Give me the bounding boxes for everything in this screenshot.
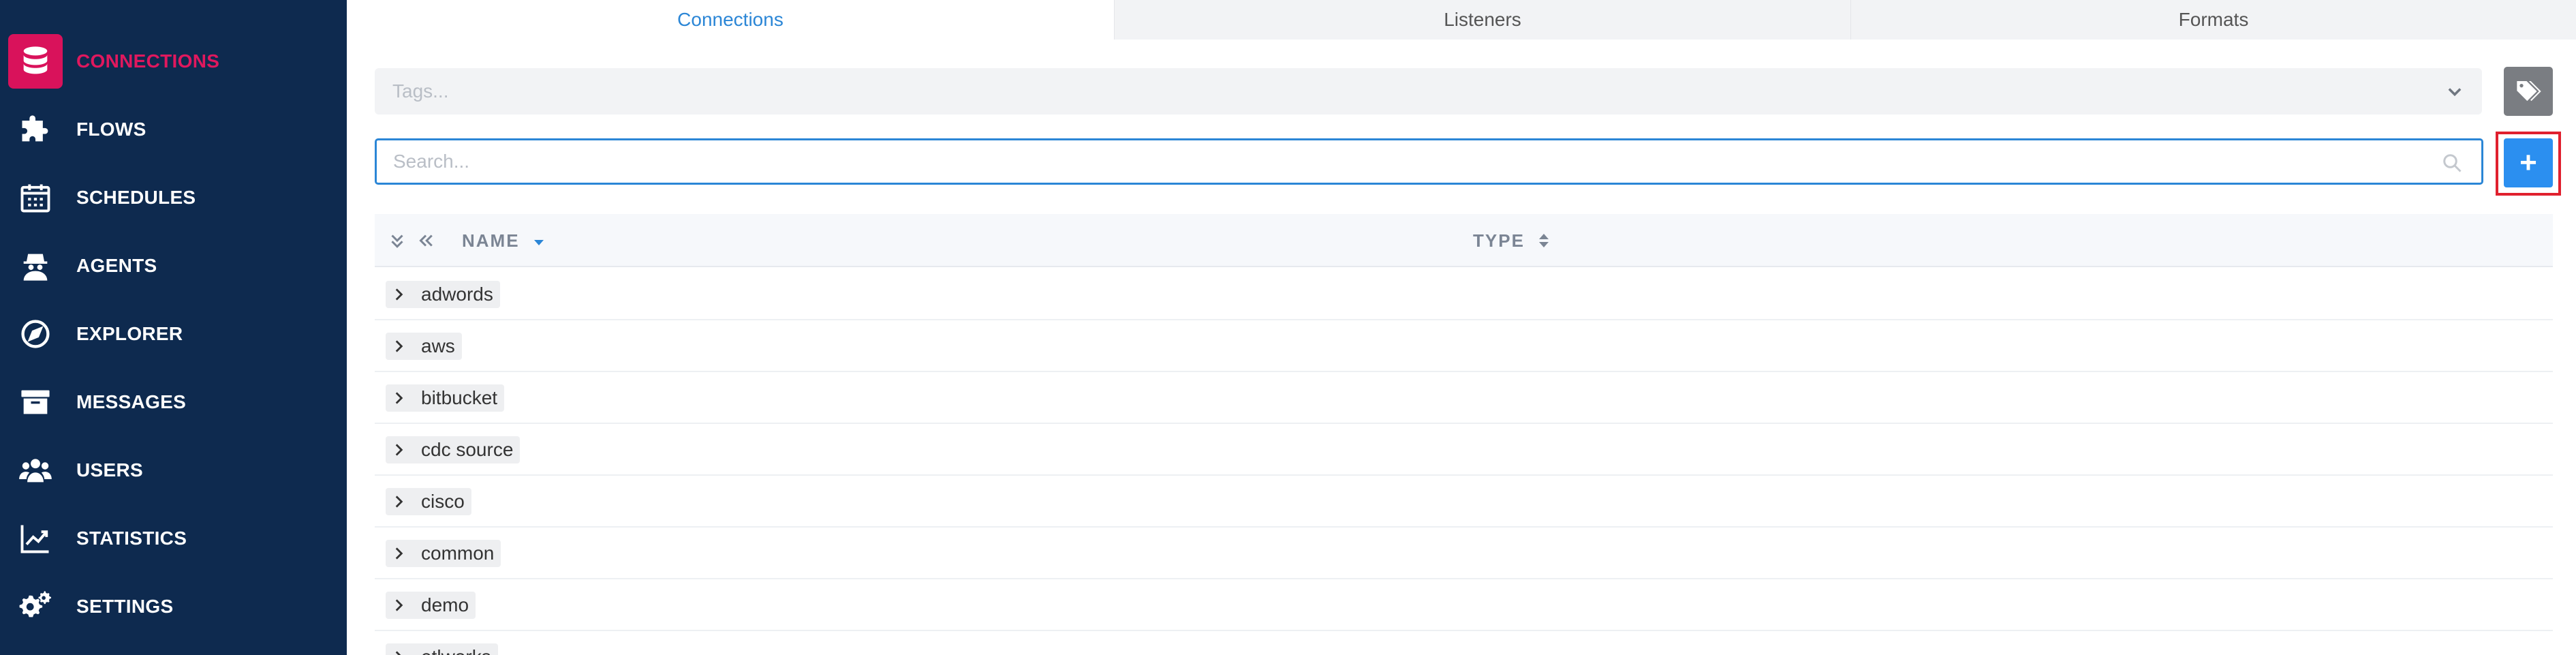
sidebar-item-schedules[interactable]: SCHEDULES [0, 164, 347, 232]
agent-icon [15, 245, 56, 286]
sidebar-item-messages[interactable]: MESSAGES [0, 368, 347, 436]
sidebar-item-label: STATISTICS [76, 528, 187, 549]
column-header-name[interactable]: NAME [462, 214, 546, 267]
collapse-all-icon[interactable] [416, 230, 436, 251]
chevron-down-icon [2448, 88, 2462, 97]
sort-desc-icon [533, 240, 544, 245]
tags-placeholder: Tags... [392, 80, 449, 102]
sidebar-item-label: USERS [76, 459, 143, 481]
puzzle-icon [15, 109, 56, 150]
chevron-right-icon [395, 599, 403, 611]
tab-formats[interactable]: Formats [1850, 0, 2576, 40]
tab-connections[interactable]: Connections [347, 0, 1114, 40]
chevron-right-icon [395, 288, 403, 301]
tag-icon [2517, 81, 2541, 102]
tree-node-label: etlworks [421, 646, 491, 655]
archive-icon [15, 382, 56, 423]
tree-node-label: common [421, 543, 495, 564]
chevron-right-icon [395, 340, 403, 352]
tree-node-label: cisco [421, 491, 465, 512]
chevron-right-icon [395, 651, 401, 655]
add-connection-button[interactable]: + [2504, 138, 2553, 187]
sidebar-item-explorer[interactable]: EXPLORER [0, 300, 347, 368]
sidebar-item-label: AGENTS [76, 255, 157, 276]
tree-node-cdc-source[interactable]: cdc source [386, 436, 521, 463]
search-box [375, 138, 2483, 185]
gears-icon [15, 586, 56, 627]
tree-node-adwords[interactable]: adwords [386, 281, 500, 308]
tags-select[interactable]: Tags... [375, 68, 2482, 115]
column-header-type[interactable]: TYPE [1473, 214, 1551, 267]
sidebar-item-label: FLOWS [76, 119, 146, 140]
sidebar-item-label: MESSAGES [76, 391, 187, 412]
sidebar-item-label: CONNECTIONS [76, 50, 220, 72]
tree-node-label: demo [421, 594, 469, 615]
table-row: bitbucket [375, 372, 2553, 424]
expand-all-icon[interactable] [387, 230, 407, 251]
chevron-right-icon [395, 496, 403, 508]
table-row: aws [375, 320, 2553, 372]
tree-node-bitbucket[interactable]: bitbucket [386, 384, 505, 412]
tag-filter-button[interactable] [2504, 67, 2553, 116]
table-row: cisco [375, 476, 2553, 528]
tree-node-demo[interactable]: demo [386, 592, 476, 619]
tree-node-label: adwords [421, 284, 493, 305]
search-icon [2443, 154, 2462, 172]
users-icon [15, 450, 56, 491]
database-icon [8, 34, 63, 89]
tree-node-etlworks[interactable]: etlworks [386, 643, 498, 655]
column-header-name-label: NAME [462, 230, 520, 251]
table-row: etlworks [375, 631, 2553, 655]
connections-list: adwords aws bitbucket cdc source cisco c… [375, 269, 2553, 655]
tree-node-label: cdc source [421, 439, 514, 460]
tab-bar: Connections Listeners Formats [347, 0, 2576, 40]
tree-node-aws[interactable]: aws [386, 333, 462, 360]
tab-listeners[interactable]: Listeners [1114, 0, 1850, 40]
table-header: NAME TYPE [375, 214, 2553, 267]
column-header-type-label: TYPE [1473, 230, 1525, 251]
tree-node-label: bitbucket [421, 387, 498, 408]
sidebar-item-users[interactable]: USERS [0, 436, 347, 504]
sidebar-item-settings[interactable]: SETTINGS [0, 573, 347, 641]
sidebar-item-agents[interactable]: AGENTS [0, 232, 347, 300]
calendar-icon [15, 177, 56, 218]
table-row: demo [375, 579, 2553, 631]
sidebar-item-statistics[interactable]: STATISTICS [0, 504, 347, 573]
sidebar-item-label: SCHEDULES [76, 187, 196, 208]
sidebar-item-connections[interactable]: CONNECTIONS [0, 27, 347, 95]
sidebar-item-label: SETTINGS [76, 596, 174, 617]
table-row: common [375, 528, 2553, 579]
tree-node-label: aws [421, 335, 455, 356]
sidebar-item-flows[interactable]: FLOWS [0, 95, 347, 164]
tree-node-cisco[interactable]: cisco [386, 488, 471, 515]
table-row: adwords [375, 269, 2553, 320]
table-row: cdc source [375, 424, 2553, 476]
sidebar: CONNECTIONS FLOWS SCHEDULES AGENTS EXPLO… [0, 0, 347, 655]
plus-icon: + [2519, 146, 2537, 179]
tree-node-common[interactable]: common [386, 540, 501, 567]
compass-icon [15, 314, 56, 354]
chevron-right-icon [395, 444, 403, 456]
chevron-right-icon [395, 547, 403, 560]
sort-icon [1538, 234, 1549, 247]
chart-line-icon [15, 518, 56, 559]
chevron-right-icon [395, 392, 403, 404]
sidebar-item-label: EXPLORER [76, 323, 183, 344]
search-input[interactable] [377, 142, 2393, 181]
